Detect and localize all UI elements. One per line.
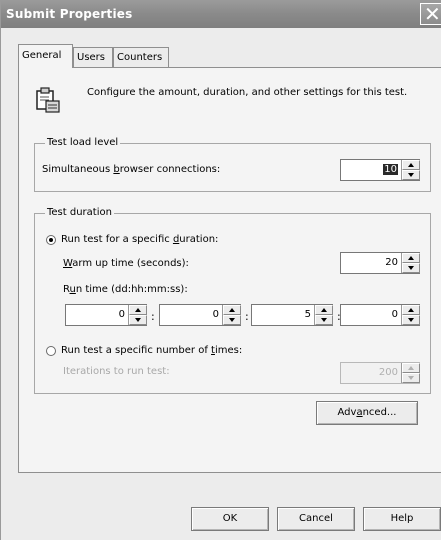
spin-up-icon[interactable] bbox=[402, 253, 420, 263]
spin-down-icon[interactable] bbox=[402, 315, 420, 325]
help-button[interactable]: Help bbox=[363, 507, 441, 531]
warmup-spinner[interactable]: 20 bbox=[340, 252, 420, 274]
spin-down-icon[interactable] bbox=[402, 263, 420, 273]
tab-users[interactable]: Users bbox=[73, 47, 113, 67]
ok-button[interactable]: OK bbox=[191, 507, 269, 531]
warmup-value: 20 bbox=[385, 257, 398, 268]
runtime-minutes-spinner[interactable]: 5 bbox=[251, 304, 333, 326]
warmup-label: Warm up time (seconds): bbox=[63, 258, 189, 269]
properties-icon bbox=[36, 87, 60, 113]
time-separator: : bbox=[245, 310, 249, 323]
spin-up-icon[interactable] bbox=[402, 363, 420, 373]
cancel-button[interactable]: Cancel bbox=[277, 507, 355, 531]
runtime-days-value: 0 bbox=[118, 309, 125, 320]
tab-general[interactable]: General bbox=[18, 44, 73, 68]
spin-up-icon[interactable] bbox=[129, 305, 147, 315]
runtime-hours-spinner[interactable]: 0 bbox=[159, 304, 241, 326]
iterations-label: Iterations to run test: bbox=[63, 366, 170, 377]
tab-counters[interactable]: Counters bbox=[113, 47, 169, 67]
runtime-seconds-value: 0 bbox=[391, 309, 398, 320]
window-title: Submit Properties bbox=[6, 7, 133, 21]
advanced-button[interactable]: Advanced... bbox=[316, 401, 418, 425]
specific-duration-radio[interactable] bbox=[46, 235, 56, 245]
spin-up-icon[interactable] bbox=[223, 305, 241, 315]
intro-description: Configure the amount, duration, and othe… bbox=[87, 87, 408, 98]
connections-label: Simultaneous browser connections: bbox=[42, 164, 221, 175]
connections-spinner[interactable]: 10 bbox=[340, 159, 420, 181]
number-of-times-radio[interactable] bbox=[46, 346, 56, 356]
spin-down-icon[interactable] bbox=[129, 315, 147, 325]
close-icon: ✕ bbox=[424, 2, 441, 26]
spin-down-icon[interactable] bbox=[315, 315, 333, 325]
spin-down-icon[interactable] bbox=[223, 315, 241, 325]
specific-duration-label[interactable]: Run test for a specific duration: bbox=[61, 234, 218, 245]
submit-properties-dialog: Submit Properties ✕ General Users Counte… bbox=[0, 0, 441, 540]
iterations-spinner[interactable]: 200 bbox=[340, 362, 420, 384]
runtime-hours-value: 0 bbox=[212, 309, 219, 320]
test-load-level-label: Test load level bbox=[45, 137, 121, 148]
spin-up-icon[interactable] bbox=[402, 305, 420, 315]
number-of-times-label[interactable]: Run test a specific number of times: bbox=[61, 345, 242, 356]
close-button[interactable]: ✕ bbox=[420, 2, 441, 26]
spin-down-icon[interactable] bbox=[402, 170, 420, 180]
connections-value: 10 bbox=[383, 164, 398, 175]
spin-down-icon[interactable] bbox=[402, 373, 420, 383]
runtime-seconds-spinner[interactable]: 0 bbox=[340, 304, 420, 326]
spin-up-icon[interactable] bbox=[402, 160, 420, 170]
spin-up-icon[interactable] bbox=[315, 305, 333, 315]
title-bar[interactable]: Submit Properties ✕ bbox=[1, 0, 441, 28]
runtime-days-spinner[interactable]: 0 bbox=[65, 304, 147, 326]
time-separator: : bbox=[151, 310, 155, 323]
iterations-value: 200 bbox=[378, 367, 398, 378]
test-duration-label: Test duration bbox=[45, 207, 114, 218]
runtime-minutes-value: 5 bbox=[304, 309, 311, 320]
runtime-label: Run time (dd:hh:mm:ss): bbox=[63, 284, 188, 295]
